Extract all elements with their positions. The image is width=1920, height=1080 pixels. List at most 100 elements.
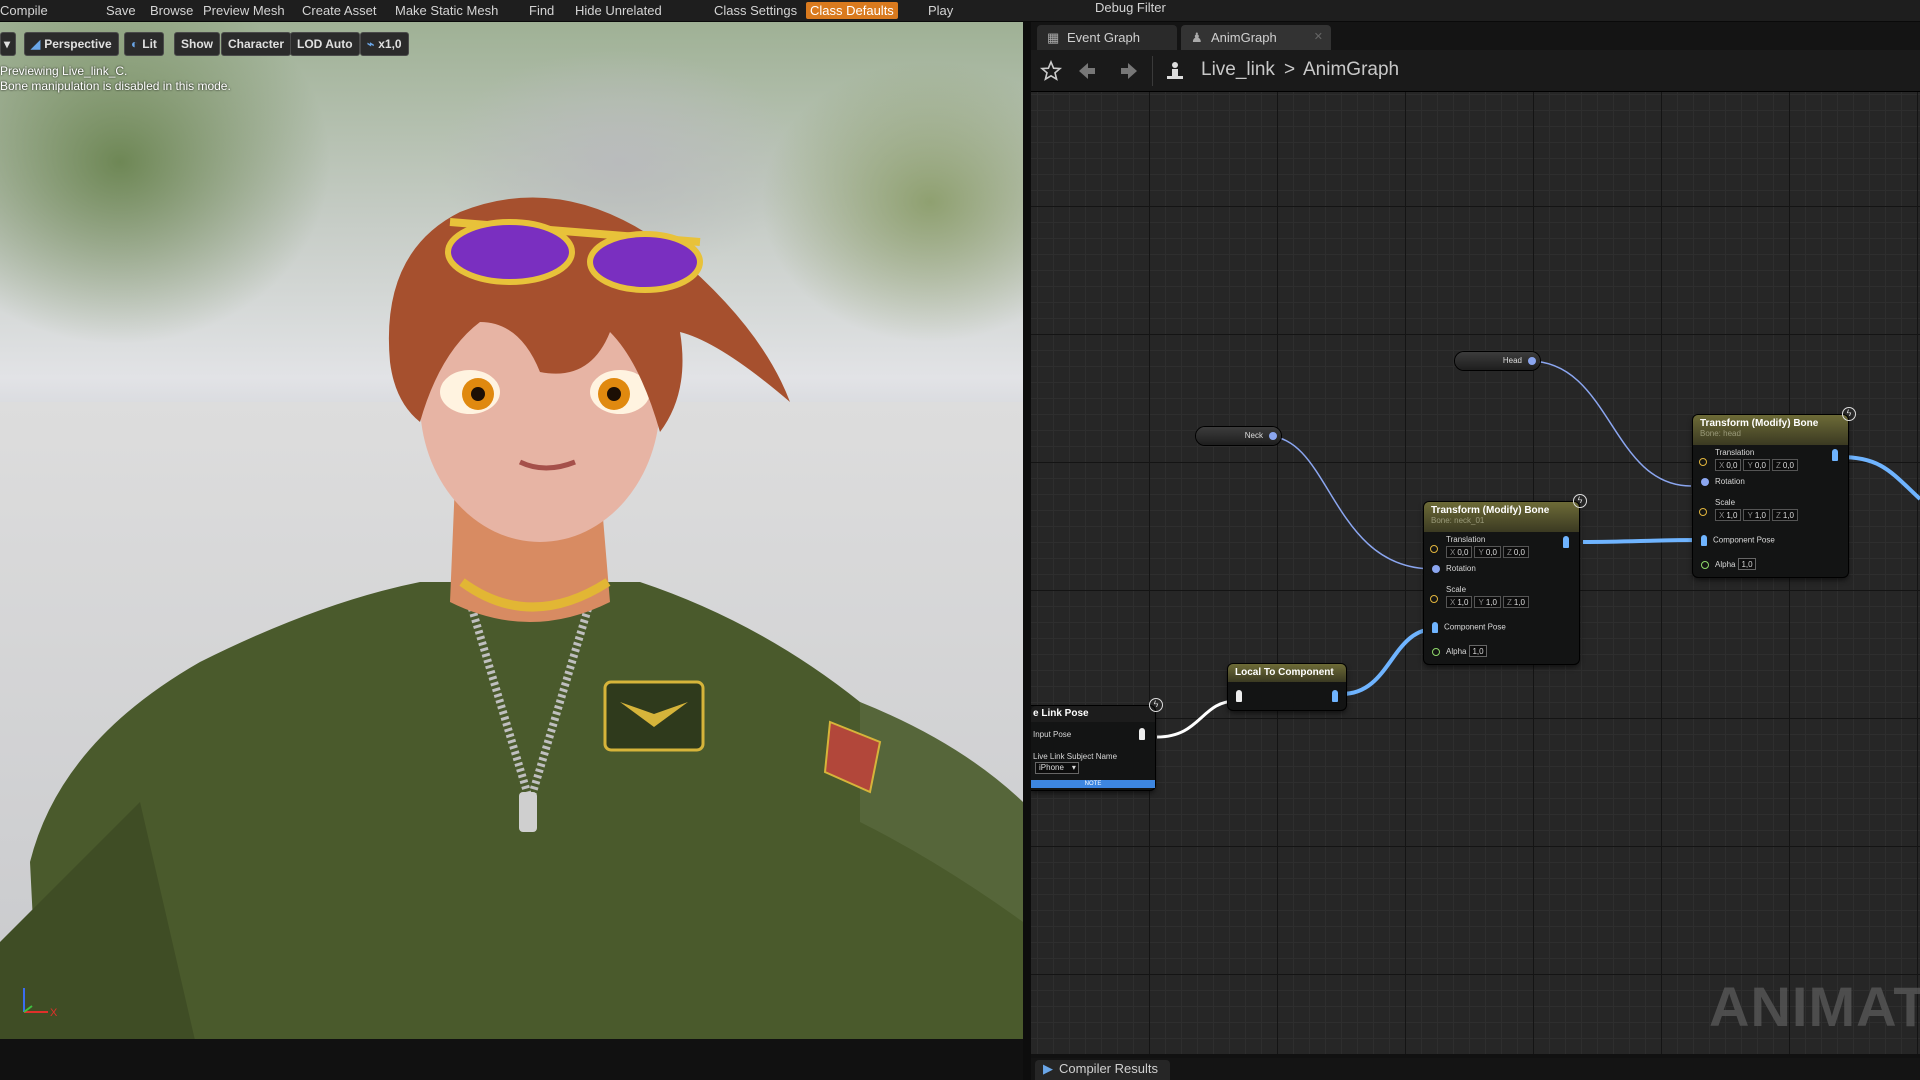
class-defaults-button[interactable]: Class Defaults [806,2,898,19]
character-button[interactable]: Character [221,32,292,56]
translation-pin-icon[interactable] [1430,544,1444,553]
save-button[interactable]: Save [106,2,136,19]
anim-blueprint-editor: Compile Save Browse Preview Mesh Create … [0,0,1920,1080]
pose-output-pin[interactable] [1832,449,1838,461]
rotation-pin[interactable]: Rotation [1701,477,1745,486]
lit-label: Lit [142,37,157,51]
translation-pin[interactable]: Translation [1432,535,1485,544]
close-icon[interactable]: ✕ [1314,25,1323,50]
subject-name-dropdown[interactable]: iPhone ▾ [1035,762,1079,774]
node-title: Transform (Modify) Bone [1431,505,1550,516]
back-arrow-icon[interactable] [1075,59,1099,83]
forward-arrow-icon[interactable] [1117,59,1141,83]
component-pose-pin[interactable]: Component Pose [1432,622,1506,633]
subject-name-value: iPhone [1039,763,1064,772]
tab-event-graph[interactable]: ▦ Event Graph [1037,25,1177,50]
local-to-component-node[interactable]: Local To Component [1228,664,1346,710]
translation-vector[interactable]: X 0,0 Y 0,0 Z 0,0 [1715,459,1800,471]
chevron-down-icon: ▾ [1071,763,1076,772]
anim-graph-canvas[interactable]: ANIMAT Head Neck Transform (Modify) Bone… [1031,92,1920,1054]
tab-anim-graph[interactable]: ♟ AnimGraph ✕ [1181,25,1331,50]
component-pose-output-pin[interactable] [1332,690,1338,702]
rotation-output-pin[interactable] [1528,357,1536,365]
axis-x-label: X [50,1007,58,1019]
scale-vector[interactable]: X 1,0 Y 1,0 Z 1,0 [1715,509,1800,521]
note-bar: NOTE [1031,780,1155,788]
node-header: e Link Pose [1031,706,1155,722]
hide-unrelated-button[interactable]: Hide Unrelated [575,2,662,19]
local-pose-input-pin[interactable] [1236,690,1242,702]
node-header: Transform (Modify) Bone Bone: head [1693,415,1848,445]
create-asset-button[interactable]: Create Asset [302,2,376,19]
chevron-down-icon: ▾ [4,37,11,51]
scale-pin-icon[interactable] [1699,507,1713,516]
pose-output-pin[interactable] [1563,536,1569,548]
make-static-mesh-button[interactable]: Make Static Mesh [395,2,498,19]
graph-icon: ▦ [1047,30,1060,45]
transform-bone-head-node[interactable]: Transform (Modify) Bone Bone: head ϟ Tra… [1693,407,1856,577]
lit-button[interactable]: ◐ Lit [124,32,164,56]
alpha-value[interactable]: 1,0 [1469,645,1487,657]
scale-pin[interactable]: Scale [1432,585,1466,594]
browse-button[interactable]: Browse [150,2,193,19]
breadcrumb-root[interactable]: Live_link [1201,58,1275,82]
alpha-pin[interactable]: Alpha 1,0 [1432,645,1487,657]
star-icon[interactable] [1039,59,1063,83]
class-settings-button[interactable]: Class Settings [714,2,797,19]
compile-button[interactable]: Compile [0,2,48,19]
show-button[interactable]: Show [174,32,220,56]
pose-output-pin[interactable] [1139,728,1145,740]
perspective-icon: ◢ [31,37,41,51]
live-link-pose-node[interactable]: e Link Pose ϟ Input Pose Live Link Subje… [1031,698,1163,790]
debug-filter-label[interactable]: Debug Filter [1095,0,1166,15]
scale-pin[interactable]: Scale [1701,498,1735,507]
head-variable-label: Head [1502,356,1522,365]
alpha-pin[interactable]: Alpha 1,0 [1701,558,1756,570]
lod-button[interactable]: LOD Auto [290,32,360,56]
breadcrumb-separator: > [1284,59,1296,80]
node-subtitle: Bone: neck_01 [1431,516,1485,525]
preview-mesh-button[interactable]: Preview Mesh [203,2,285,19]
compiler-results-tab[interactable]: ▶ Compiler Results [1035,1060,1170,1080]
viewport-options-dropdown[interactable]: ▾ [0,32,16,56]
perspective-label: Perspective [44,37,112,51]
head-variable-node[interactable]: Head [1455,352,1540,370]
component-pose-pin[interactable]: Component Pose [1701,535,1775,546]
speed-label: x1,0 [378,37,402,51]
document-tabs: ▦ Event Graph ♟ AnimGraph ✕ [1031,22,1920,50]
anim-graph-icon: ♟ [1191,30,1203,45]
translation-pin-icon[interactable] [1699,457,1713,466]
rotation-pin[interactable]: Rotation [1432,564,1476,573]
play-button[interactable]: Play [928,2,953,19]
scale-pin-icon[interactable] [1430,594,1444,603]
playback-speed-button[interactable]: ⌁ x1,0 [360,32,409,56]
lod-label: LOD Auto [297,37,353,51]
compiler-results-panel: ▶ Compiler Results [1031,1058,1920,1080]
panel-splitter[interactable] [1023,22,1031,1080]
neck-variable-label: Neck [1244,431,1263,440]
tab-anim-graph-label: AnimGraph [1211,30,1277,45]
transform-bone-neck-node[interactable]: Transform (Modify) Bone Bone: neck_01 ϟ … [1424,494,1587,664]
perspective-button[interactable]: ◢ Perspective [24,32,119,56]
translation-pin[interactable]: Translation [1701,448,1754,457]
alpha-value[interactable]: 1,0 [1738,558,1756,570]
input-pose-pin[interactable]: Input Pose [1033,730,1071,739]
node-header: Transform (Modify) Bone Bone: neck_01 [1424,502,1579,532]
character-label: Character [228,37,285,51]
scale-vector[interactable]: X 1,0 Y 1,0 Z 1,0 [1446,596,1531,608]
bone-manipulation-text: Bone manipulation is disabled in this mo… [0,79,231,93]
node-header: Local To Component [1228,664,1346,682]
rotation-output-pin[interactable] [1269,432,1277,440]
breadcrumb-current[interactable]: AnimGraph [1303,58,1399,82]
compiler-results-label: Compiler Results [1059,1061,1158,1076]
lit-icon: ◐ [131,37,139,51]
bolt-icon: ϟ [1573,494,1587,508]
neck-variable-node[interactable]: Neck [1196,427,1281,445]
translation-vector[interactable]: X 0,0 Y 0,0 Z 0,0 [1446,546,1531,558]
node-title: e Link Pose [1033,708,1089,719]
node-title: Transform (Modify) Bone [1700,418,1819,429]
compiler-results-icon: ▶ [1043,1061,1053,1076]
anim-blueprint-icon [1167,62,1183,79]
find-button[interactable]: Find [529,2,554,19]
preview-viewport[interactable]: ▾ ◢ Perspective ◐ Lit Show Character LOD A… [0,22,1023,1039]
